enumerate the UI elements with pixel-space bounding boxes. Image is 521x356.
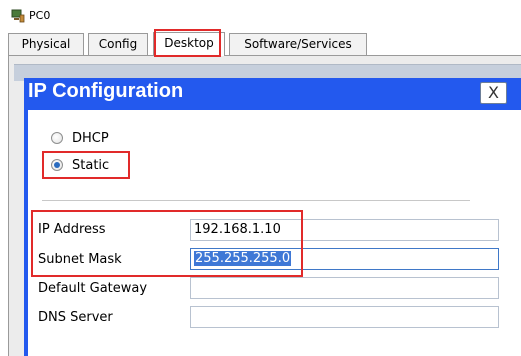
tab-config[interactable]: Config	[88, 33, 148, 55]
tab-desktop[interactable]: Desktop	[153, 32, 225, 56]
dns-server-input[interactable]	[190, 306, 499, 328]
subnet-mask-value: 255.255.255.0	[194, 251, 292, 266]
ip-address-input[interactable]: 192.168.1.10	[190, 219, 499, 241]
dns-server-label: DNS Server	[38, 310, 113, 325]
default-gateway-label: Default Gateway	[38, 281, 148, 296]
dhcp-option[interactable]: DHCP	[51, 130, 109, 146]
window-title: PC0	[29, 9, 51, 22]
default-gateway-input[interactable]	[190, 277, 499, 299]
tab-bar: Physical Config Desktop Software/Service…	[8, 32, 521, 56]
close-button[interactable]: X	[480, 82, 507, 104]
dialog-title: IP Configuration	[28, 80, 184, 102]
pc-icon	[11, 9, 25, 26]
dhcp-radio[interactable]	[51, 132, 63, 144]
section-divider	[42, 200, 470, 201]
static-option[interactable]: Static	[51, 157, 109, 173]
tab-physical[interactable]: Physical	[8, 33, 84, 55]
tab-software-services[interactable]: Software/Services	[229, 33, 367, 55]
static-label: Static	[72, 157, 110, 173]
window-title-bar: PC0	[0, 0, 521, 28]
dhcp-label: DHCP	[72, 130, 109, 146]
subnet-mask-input[interactable]: 255.255.255.0	[190, 248, 499, 270]
subnet-mask-label: Subnet Mask	[38, 252, 122, 267]
ip-address-label: IP Address	[38, 222, 106, 237]
static-radio[interactable]	[51, 159, 63, 171]
